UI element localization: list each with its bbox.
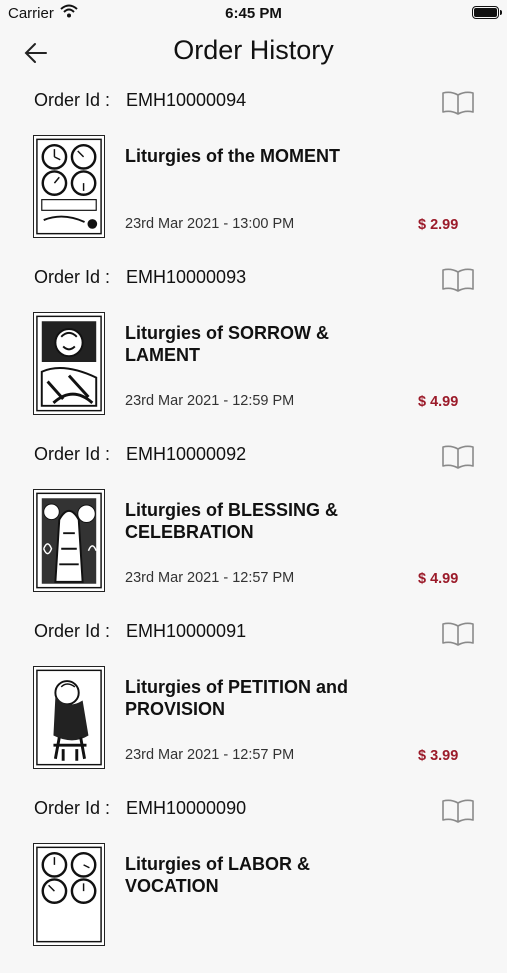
order-id-label: Order Id : bbox=[34, 798, 111, 818]
open-book-icon[interactable] bbox=[441, 798, 475, 824]
order-title: Liturgies of BLESSING & CELEBRATION bbox=[125, 500, 339, 542]
book-cover-thumbnail bbox=[33, 489, 105, 592]
order-price: $ 3.99 bbox=[418, 748, 459, 764]
book-cover-thumbnail bbox=[33, 135, 105, 238]
order-id-value: EMH10000091 bbox=[126, 621, 247, 641]
order-title: Liturgies of PETITION and PROVISION bbox=[125, 677, 349, 719]
status-bar: Carrier 6:45 PM bbox=[0, 0, 507, 28]
order-price: $ 2.99 bbox=[418, 217, 459, 233]
order-date: 23rd Mar 2021 - 13:00 PM bbox=[125, 216, 295, 232]
order-price: $ 4.99 bbox=[418, 571, 459, 587]
order-id-value: EMH10000094 bbox=[126, 90, 247, 110]
book-cover-thumbnail bbox=[33, 843, 105, 946]
order-title: Liturgies of SORROW & LAMENT bbox=[125, 323, 329, 365]
order-item[interactable]: Order Id : EMH10000091 Liturgies of PETIT… bbox=[0, 619, 507, 796]
order-title: Liturgies of the MOMENT bbox=[125, 146, 340, 166]
order-item[interactable]: Order Id : EMH10000093 Liturgies of SORRO… bbox=[0, 265, 507, 442]
order-date: 23rd Mar 2021 - 12:57 PM bbox=[125, 747, 295, 763]
order-id-value: EMH10000092 bbox=[126, 444, 247, 464]
order-id-label: Order Id : bbox=[34, 621, 111, 641]
order-list: Order Id : EMH10000094 Liturgies of the M… bbox=[0, 88, 507, 973]
open-book-icon[interactable] bbox=[441, 444, 475, 470]
order-id-row: Order Id : EMH10000093 bbox=[34, 267, 246, 288]
order-id-row: Order Id : EMH10000094 bbox=[34, 90, 246, 111]
order-date: 23rd Mar 2021 - 12:57 PM bbox=[125, 570, 295, 586]
order-item[interactable]: Order Id : EMH10000094 Liturgies of the M… bbox=[0, 88, 507, 265]
status-time: 6:45 PM bbox=[225, 5, 282, 22]
order-id-row: Order Id : EMH10000090 bbox=[34, 798, 246, 819]
order-price: $ 4.99 bbox=[418, 394, 459, 410]
battery-icon bbox=[472, 6, 502, 19]
order-id-value: EMH10000093 bbox=[126, 267, 247, 287]
open-book-icon[interactable] bbox=[441, 267, 475, 293]
page-title: Order History bbox=[173, 35, 334, 65]
order-id-label: Order Id : bbox=[34, 90, 111, 110]
order-date: 23rd Mar 2021 - 12:59 PM bbox=[125, 393, 295, 409]
nav-bar: Order History bbox=[0, 28, 507, 78]
order-id-label: Order Id : bbox=[34, 267, 111, 287]
order-id-row: Order Id : EMH10000092 bbox=[34, 444, 246, 465]
order-title: Liturgies of LABOR & VOCATION bbox=[125, 854, 310, 896]
book-cover-thumbnail bbox=[33, 312, 105, 415]
order-id-value: EMH10000090 bbox=[126, 798, 247, 818]
open-book-icon[interactable] bbox=[441, 90, 475, 116]
book-cover-thumbnail bbox=[33, 666, 105, 769]
order-item[interactable]: Order Id : EMH10000090 Liturgies of LABOR… bbox=[0, 796, 507, 973]
order-item[interactable]: Order Id : EMH10000092 Liturgies of BLESS… bbox=[0, 442, 507, 619]
open-book-icon[interactable] bbox=[441, 621, 475, 647]
order-id-label: Order Id : bbox=[34, 444, 111, 464]
order-id-row: Order Id : EMH10000091 bbox=[34, 621, 246, 642]
